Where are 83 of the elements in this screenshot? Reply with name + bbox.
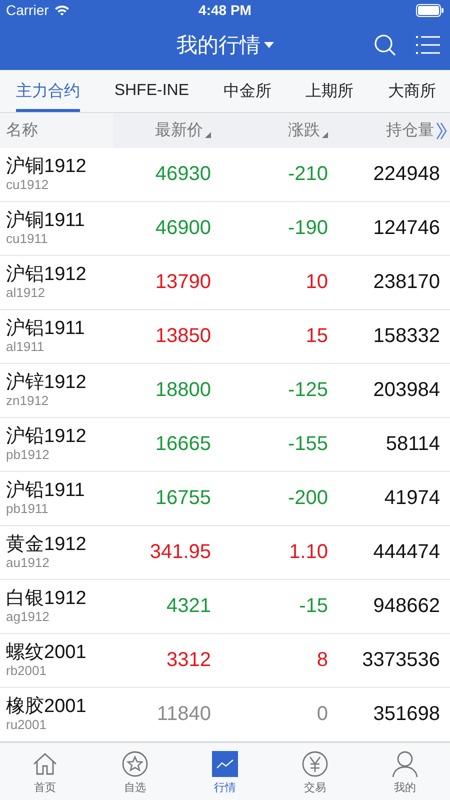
search-icon[interactable] bbox=[374, 34, 396, 56]
column-header[interactable]: 名称 bbox=[6, 120, 38, 141]
contract-name: 白银1912 bbox=[6, 588, 88, 610]
open-interest-value: 3373536 bbox=[362, 649, 440, 671]
contract-name: 沪铜1912 bbox=[6, 156, 88, 178]
open-interest-value: 948662 bbox=[373, 595, 440, 617]
change-value: -190 bbox=[288, 217, 328, 239]
contract-code: cu1911 bbox=[6, 232, 49, 247]
contract-code: ru2001 bbox=[6, 718, 48, 733]
change-value: -200 bbox=[288, 487, 328, 509]
contract-code: rb2001 bbox=[6, 664, 48, 679]
change-value: 0 bbox=[316, 703, 328, 725]
change-value: 1.10 bbox=[289, 541, 328, 563]
caret-icon bbox=[264, 42, 274, 48]
market-tab[interactable]: SHFE-INE bbox=[106, 70, 197, 112]
change-value: 15 bbox=[306, 325, 328, 347]
sort-icon[interactable] bbox=[322, 132, 328, 138]
change-value: -155 bbox=[288, 433, 328, 455]
bottom-tab[interactable]: 行情 bbox=[190, 743, 260, 800]
bottom-tab[interactable]: 交易 bbox=[280, 743, 350, 800]
double-chevron-icon[interactable] bbox=[436, 122, 448, 140]
bottom-tab[interactable]: 自选 bbox=[100, 743, 170, 800]
contract-code: ag1912 bbox=[6, 610, 50, 625]
clock-time: 4:48 PM bbox=[198, 2, 252, 18]
contract-name: 沪铜1911 bbox=[6, 210, 86, 232]
open-interest-value: 124746 bbox=[373, 217, 440, 239]
price-value: 11840 bbox=[156, 703, 211, 725]
open-interest-value: 58114 bbox=[386, 433, 440, 455]
contract-name: 沪锌1912 bbox=[6, 372, 88, 394]
market-tab[interactable]: 上期所 bbox=[298, 70, 362, 112]
price-value: 341.95 bbox=[150, 541, 211, 563]
change-value: 10 bbox=[306, 271, 328, 293]
carrier-label: Carrier bbox=[6, 2, 49, 18]
contract-code: pb1912 bbox=[6, 448, 50, 463]
contract-code: au1912 bbox=[6, 556, 50, 571]
contract-code: al1912 bbox=[6, 286, 46, 301]
open-interest-value: 158332 bbox=[373, 325, 440, 347]
column-header[interactable]: 涨跌 bbox=[288, 120, 320, 141]
contract-name: 橡胶2001 bbox=[6, 696, 88, 718]
change-value: 8 bbox=[316, 649, 328, 671]
open-interest-value: 351698 bbox=[373, 703, 440, 725]
contract-name: 沪铅1912 bbox=[6, 426, 88, 448]
bottom-tab[interactable]: 首页 bbox=[10, 743, 80, 800]
yen-icon bbox=[301, 750, 329, 778]
market-tab[interactable]: 大商所 bbox=[380, 70, 444, 112]
contract-code: pb1911 bbox=[6, 502, 50, 517]
contract-name: 沪铝1911 bbox=[6, 318, 86, 340]
contract-name: 沪铝1912 bbox=[6, 264, 88, 286]
column-header[interactable]: 持仓量 bbox=[386, 120, 434, 141]
price-value: 16665 bbox=[155, 433, 211, 455]
price-value: 13850 bbox=[155, 325, 211, 347]
open-interest-value: 238170 bbox=[373, 271, 440, 293]
open-interest-value: 41974 bbox=[384, 487, 440, 509]
change-value: -210 bbox=[288, 163, 328, 185]
price-value: 16755 bbox=[155, 487, 211, 509]
battery-icon bbox=[416, 4, 444, 16]
contract-code: zn1912 bbox=[6, 394, 50, 409]
change-value: -15 bbox=[299, 595, 328, 617]
open-interest-value: 203984 bbox=[373, 379, 440, 401]
bottom-tab[interactable]: 我的 bbox=[370, 743, 440, 800]
column-header[interactable]: 最新价 bbox=[155, 120, 203, 141]
title-dropdown[interactable]: 我的行情 bbox=[176, 31, 274, 59]
contract-name: 螺纹2001 bbox=[6, 642, 88, 664]
price-value: 46930 bbox=[155, 163, 211, 185]
market-tab[interactable]: 主力合约 bbox=[8, 70, 88, 112]
person-icon bbox=[391, 750, 419, 778]
price-value: 3312 bbox=[166, 649, 211, 671]
price-value: 18800 bbox=[155, 379, 211, 401]
price-value: 46900 bbox=[155, 217, 211, 239]
contract-name: 黄金1912 bbox=[6, 534, 88, 556]
open-interest-value: 444474 bbox=[373, 541, 440, 563]
market-tab[interactable]: 中金所 bbox=[215, 70, 280, 112]
open-interest-value: 224948 bbox=[373, 163, 440, 185]
sort-icon[interactable] bbox=[205, 132, 211, 138]
menu-icon[interactable] bbox=[416, 35, 440, 55]
wifi-icon bbox=[54, 4, 70, 16]
chart-icon bbox=[211, 750, 239, 778]
change-value: -125 bbox=[288, 379, 328, 401]
contract-code: al1911 bbox=[6, 340, 46, 355]
price-value: 4321 bbox=[166, 595, 211, 617]
price-value: 13790 bbox=[155, 271, 211, 293]
contract-name: 沪铅1911 bbox=[6, 480, 86, 502]
contract-code: cu1912 bbox=[6, 178, 50, 193]
